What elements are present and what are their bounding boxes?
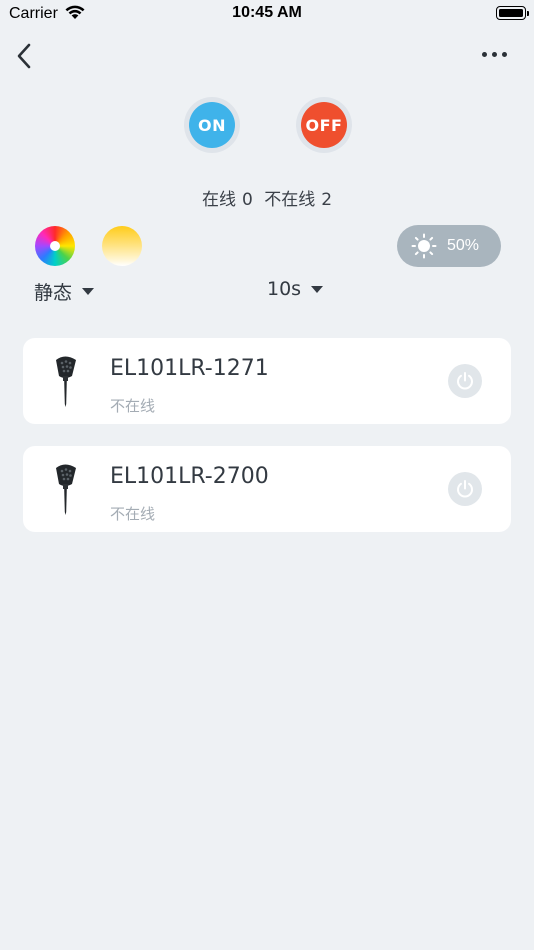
online-status: 在线 0 不在线 2 [0,185,534,210]
more-dots-icon [481,51,487,57]
device-status: 不在线 [110,397,156,415]
more-button[interactable] [474,44,514,64]
all-off-button[interactable]: OFF [296,97,352,153]
device-card[interactable]: EL101LR-1271 不在线 [23,338,511,424]
offline-count: 2 [321,190,333,210]
device-power-button[interactable] [448,364,482,398]
all-on-label: ON [189,102,235,148]
sun-icon [411,233,437,259]
power-icon [457,372,473,390]
caret-down-icon [82,288,95,295]
status-bar: Carrier 10:45 AM [0,0,534,28]
spotlight-lamp-icon [51,462,81,520]
brightness-value: 50% [447,237,480,254]
device-name: EL101LR-2700 [110,464,269,489]
online-label: 在线 [201,190,236,210]
spotlight-lamp-icon [51,354,81,412]
brightness-control[interactable]: 50% [397,225,501,267]
warm-white-button[interactable] [102,226,142,266]
back-chevron-icon [17,43,31,69]
online-count: 0 [241,190,253,210]
color-wheel-button[interactable] [35,226,75,266]
offline-label: 不在线 [264,190,316,210]
status-time: 10:45 AM [232,4,302,21]
mode-selected: 静态 [34,282,73,304]
speed-dropdown[interactable]: 10s [267,278,324,300]
back-button[interactable] [10,40,38,72]
all-on-button[interactable]: ON [184,97,240,153]
battery-icon [496,6,529,20]
device-card[interactable]: EL101LR-2700 不在线 [23,446,511,532]
device-name: EL101LR-1271 [110,356,269,381]
mode-dropdown[interactable]: 静态 [34,278,95,305]
speed-selected: 10s [267,278,302,300]
power-icon [457,480,473,498]
device-status: 不在线 [110,505,156,523]
all-off-label: OFF [301,102,347,148]
caret-down-icon [311,285,324,293]
device-power-button[interactable] [448,472,482,506]
